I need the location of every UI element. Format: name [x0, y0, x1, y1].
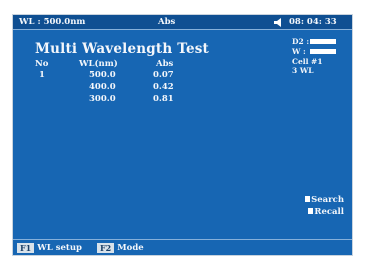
- column-header-abs: Abs: [156, 59, 174, 69]
- table-row-abs: 0.07: [153, 70, 174, 80]
- table-row-abs: 0.42: [153, 82, 174, 92]
- speaker-icon: [274, 18, 281, 27]
- column-header-no: No: [35, 59, 49, 69]
- page-title: Multi Wavelength Test: [35, 41, 209, 57]
- device-bezel: WL : 500.0nm Abs 08: 04: 33 Multi Wavele…: [0, 0, 365, 266]
- table-row-abs: 0.81: [153, 94, 174, 104]
- lamp-d2: D2 :: [292, 37, 344, 47]
- lamp-d2-label: D2 :: [292, 37, 310, 46]
- status-panel: D2 : W : Cell #1 3 WL: [292, 37, 344, 75]
- lamp-d2-gauge: [310, 39, 336, 44]
- f2-label: Mode: [117, 243, 144, 253]
- recall-label: Recall: [314, 207, 344, 217]
- lamp-w-label: W :: [292, 47, 306, 56]
- recall-key-icon: [308, 208, 314, 214]
- lamp-w: W :: [292, 47, 344, 57]
- wavelength-readout: WL : 500.0nm: [19, 17, 86, 27]
- function-key-bar: F1 WL setup F2 Mode: [13, 239, 352, 255]
- search-key-icon: [305, 196, 311, 202]
- column-header-wl: WL(nm): [79, 59, 118, 69]
- search-button[interactable]: Search: [305, 195, 344, 205]
- table-row-wl: 500.0: [89, 70, 116, 80]
- lamp-w-gauge: [310, 49, 336, 54]
- lamp-d2-fill: [311, 40, 335, 43]
- status-bar: WL : 500.0nm Abs 08: 04: 33: [13, 15, 352, 30]
- clock: 08: 04: 33: [289, 17, 337, 27]
- mode-label: Abs: [158, 17, 176, 27]
- search-label: Search: [311, 195, 344, 205]
- f1-label: WL setup: [37, 243, 82, 253]
- table-row-wl: 400.0: [89, 82, 116, 92]
- wl-count: 3 WL: [292, 66, 314, 75]
- recall-button[interactable]: Recall: [308, 207, 344, 217]
- row-number: 1: [39, 70, 45, 80]
- f1-wl-setup-button[interactable]: F1 WL setup: [17, 243, 82, 253]
- cell-label: Cell #1: [292, 57, 323, 66]
- table-row-wl: 300.0: [89, 94, 116, 104]
- f1-key: F1: [17, 243, 35, 253]
- instrument-screen: WL : 500.0nm Abs 08: 04: 33 Multi Wavele…: [12, 14, 353, 256]
- lamp-w-fill: [311, 50, 335, 53]
- f2-mode-button[interactable]: F2 Mode: [97, 243, 144, 253]
- f2-key: F2: [97, 243, 115, 253]
